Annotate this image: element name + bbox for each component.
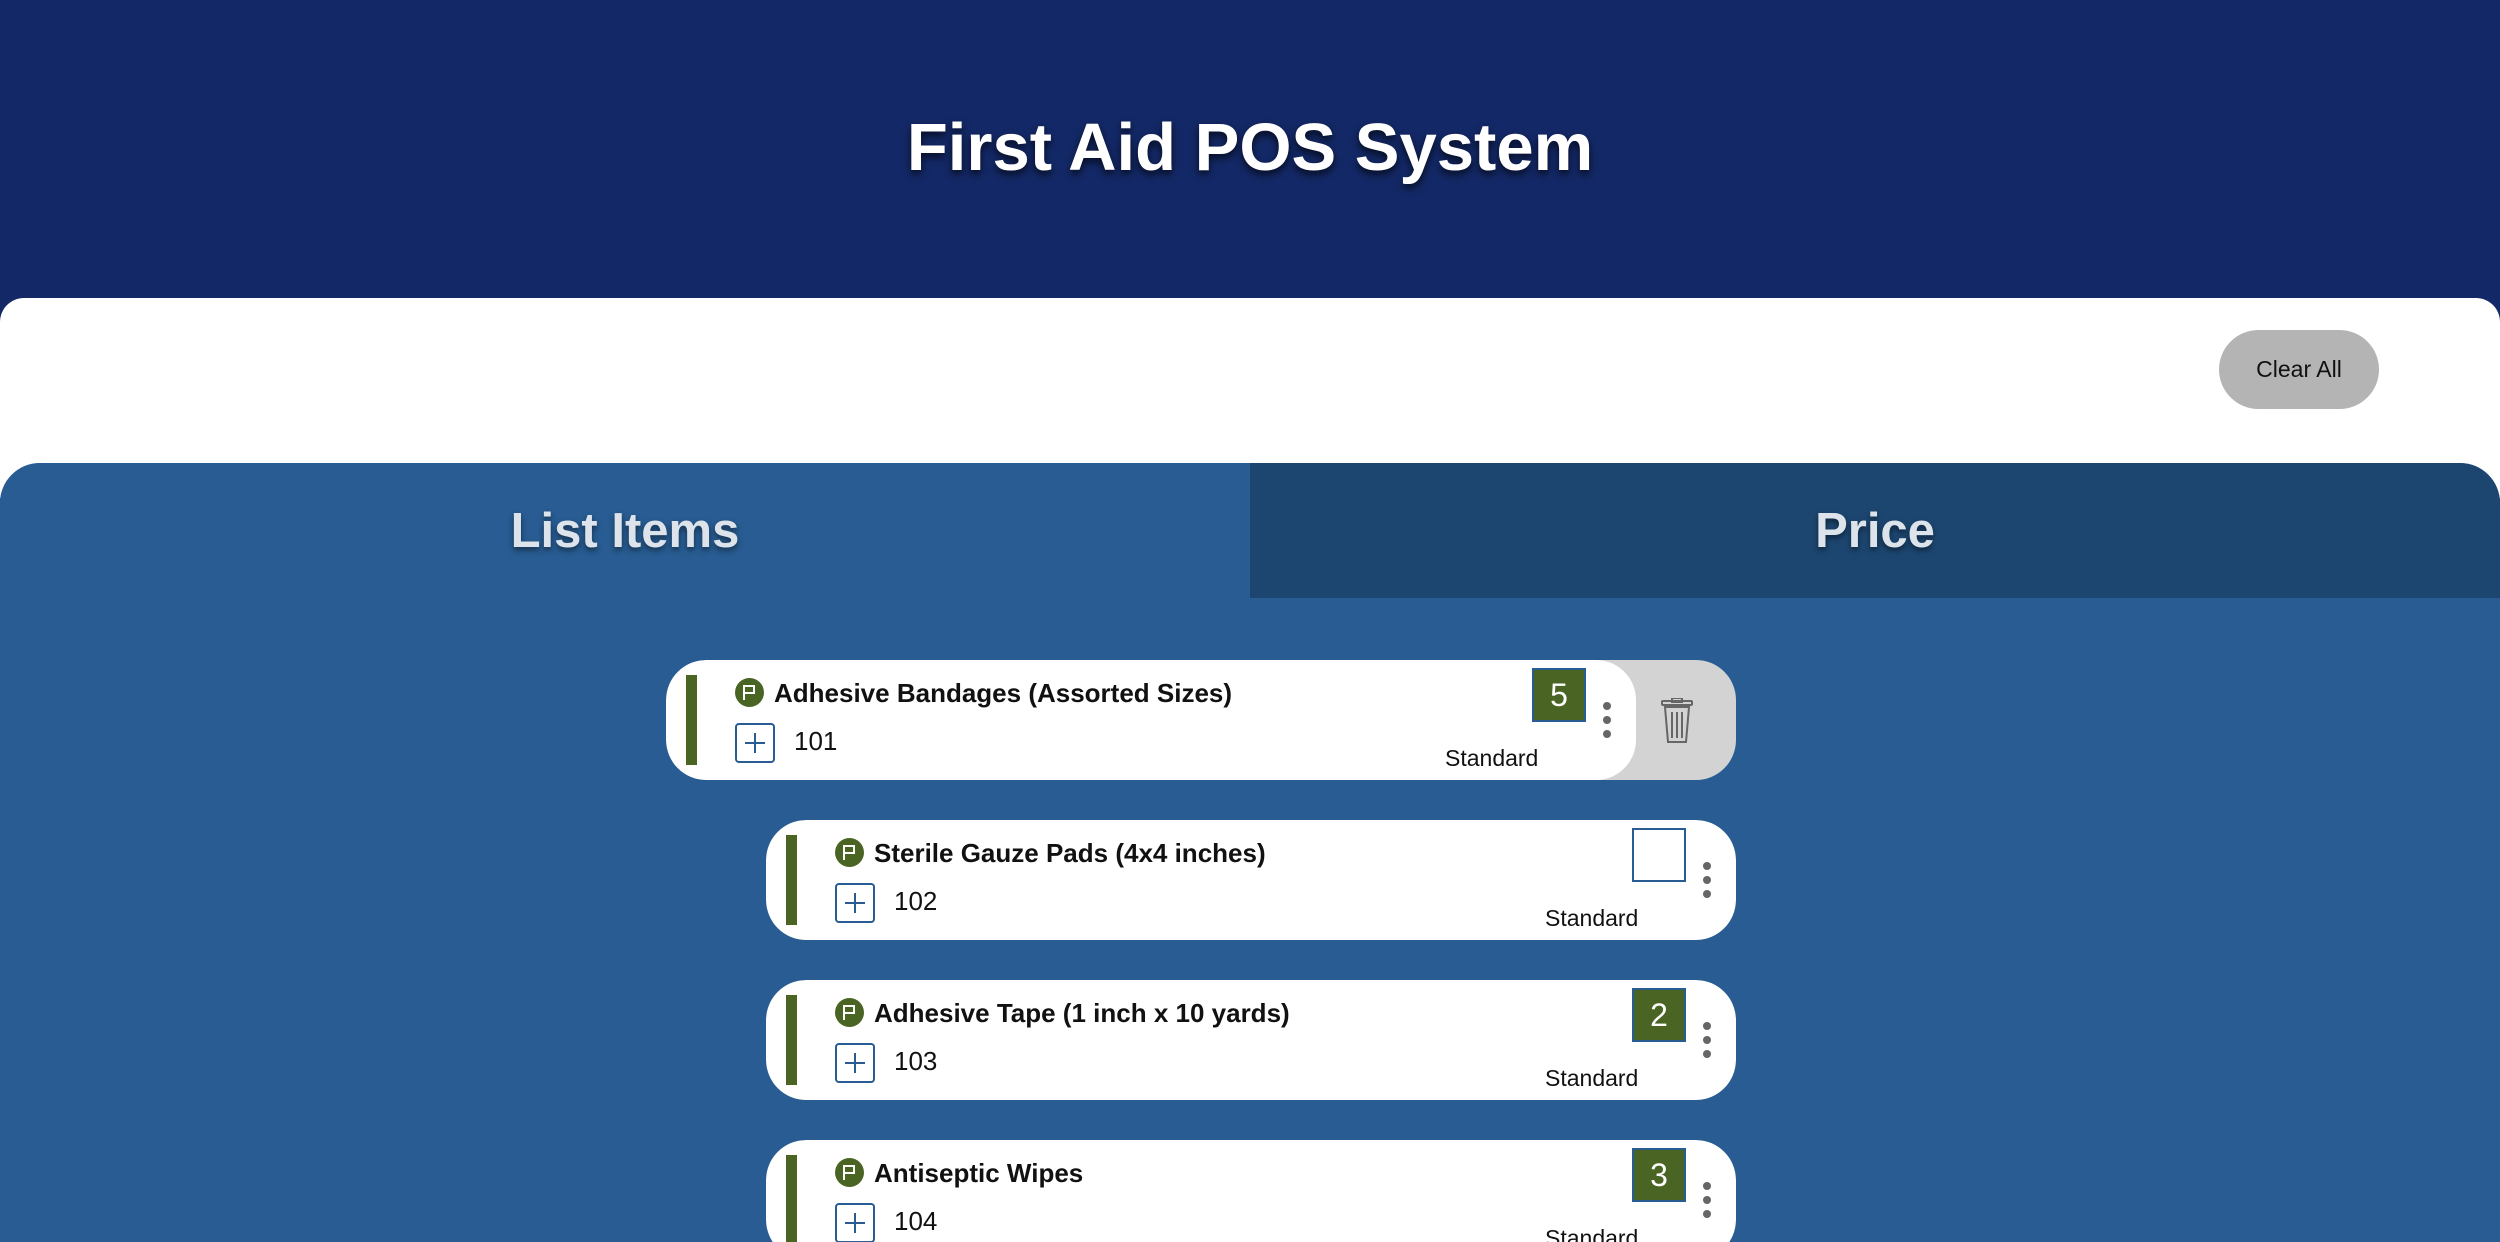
more-vertical-icon[interactable] bbox=[1601, 702, 1613, 742]
clear-all-button[interactable]: Clear All bbox=[2219, 330, 2379, 409]
trash-icon[interactable] bbox=[1660, 698, 1694, 744]
flag-icon bbox=[835, 998, 864, 1027]
more-vertical-icon[interactable] bbox=[1701, 1182, 1713, 1222]
quantity-box[interactable] bbox=[1632, 828, 1686, 882]
item-name: Adhesive Bandages (Assorted Sizes) bbox=[774, 678, 1233, 708]
item-card[interactable]: Sterile Gauze Pads (4x4 inches) 102 Stan… bbox=[766, 820, 1736, 940]
add-plus-icon[interactable] bbox=[835, 883, 875, 923]
list-item[interactable]: Adhesive Bandages (Assorted Sizes) 101 5… bbox=[666, 660, 1736, 780]
item-tag: Standard bbox=[1545, 1225, 1639, 1242]
list-item[interactable]: Adhesive Tape (1 inch x 10 yards) 103 2 … bbox=[766, 980, 1736, 1100]
item-status-stripe bbox=[786, 995, 797, 1085]
more-vertical-icon[interactable] bbox=[1701, 1022, 1713, 1062]
item-tag: Standard bbox=[1445, 745, 1539, 771]
add-plus-icon[interactable] bbox=[735, 723, 775, 763]
tab-price[interactable]: Price bbox=[1250, 463, 2500, 598]
item-name: Sterile Gauze Pads (4x4 inches) bbox=[874, 838, 1266, 868]
quantity-box[interactable]: 3 bbox=[1632, 1148, 1686, 1202]
item-code: 104 bbox=[894, 1206, 938, 1236]
item-status-stripe bbox=[786, 835, 797, 925]
item-status-stripe bbox=[686, 675, 697, 765]
item-code: 101 bbox=[794, 726, 838, 756]
item-code: 102 bbox=[894, 886, 938, 916]
item-status-stripe bbox=[786, 1155, 797, 1242]
item-card[interactable]: Adhesive Bandages (Assorted Sizes) 101 5… bbox=[666, 660, 1636, 780]
app-title: First Aid POS System bbox=[906, 110, 1594, 185]
more-vertical-icon[interactable] bbox=[1701, 862, 1713, 902]
tab-list-items[interactable]: List Items bbox=[0, 463, 1250, 598]
add-plus-icon[interactable] bbox=[835, 1203, 875, 1242]
flag-icon bbox=[835, 1158, 864, 1187]
app-header: First Aid POS System bbox=[0, 0, 2500, 320]
list-item[interactable]: Antiseptic Wipes 104 3 Standard bbox=[766, 1140, 1736, 1242]
items-panel: List Items Price Adhesive Bandages (Asso… bbox=[0, 463, 2500, 1242]
item-name: Adhesive Tape (1 inch x 10 yards) bbox=[874, 998, 1290, 1028]
item-code: 103 bbox=[894, 1046, 938, 1076]
add-plus-icon[interactable] bbox=[835, 1043, 875, 1083]
item-card[interactable]: Antiseptic Wipes 104 3 Standard bbox=[766, 1140, 1736, 1242]
item-tag: Standard bbox=[1545, 1065, 1639, 1091]
list-item[interactable]: Sterile Gauze Pads (4x4 inches) 102 Stan… bbox=[766, 820, 1736, 940]
item-card[interactable]: Adhesive Tape (1 inch x 10 yards) 103 2 … bbox=[766, 980, 1736, 1100]
flag-icon bbox=[735, 678, 764, 707]
quantity-box[interactable]: 5 bbox=[1532, 668, 1586, 722]
item-name: Antiseptic Wipes bbox=[874, 1158, 1084, 1188]
quantity-box[interactable]: 2 bbox=[1632, 988, 1686, 1042]
flag-icon bbox=[835, 838, 864, 867]
item-tag: Standard bbox=[1545, 905, 1639, 931]
